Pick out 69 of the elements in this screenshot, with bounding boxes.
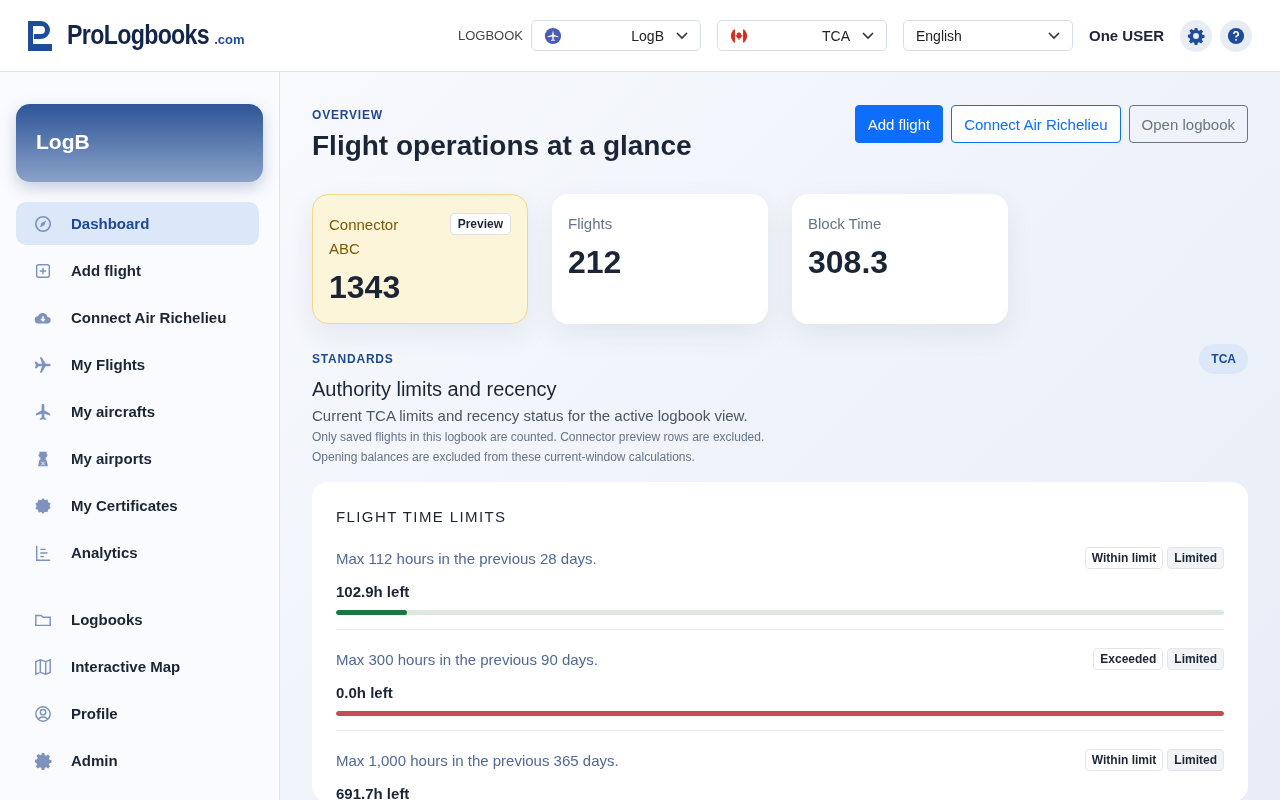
sidebar-item[interactable]: Profile (16, 692, 259, 735)
compass-icon (34, 214, 52, 233)
sidebar-item[interactable]: Analytics (16, 531, 259, 574)
sidebar-item[interactable]: Dashboard (16, 202, 259, 245)
language-select[interactable]: English (903, 20, 1073, 51)
add-flight-button[interactable]: Add flight (854, 105, 944, 143)
section-subtitle: Current TCA limits and recency status for the active logbook view. (312, 407, 749, 424)
stat-label: Connector ABC (329, 215, 400, 259)
sidebar-item[interactable]: Connect Air Richelieu (16, 296, 259, 339)
settings-button[interactable] (1180, 19, 1212, 52)
page-title: Flight operations at a glance (312, 130, 692, 162)
section-eyebrow: STANDARDS (312, 352, 395, 366)
preview-badge: Preview (449, 213, 511, 235)
limit-rule: Max 112 hours in the previous 28 days. (336, 549, 597, 567)
connect-button[interactable]: Connect Air Richelieu (951, 105, 1121, 143)
card-title: FLIGHT TIME LIMITS (336, 508, 508, 525)
sidebar-item[interactable]: Interactive Map (16, 645, 259, 688)
status-tag: Within limit (1084, 547, 1164, 569)
remaining-hours: 102.9h left (336, 583, 411, 600)
status-tag: Exceeded (1093, 648, 1164, 670)
sidebar-item[interactable]: Logbooks (16, 598, 259, 641)
stat-value: 308.3 (808, 244, 890, 281)
brand-domain: .com (214, 31, 245, 47)
bar-chart-icon (34, 543, 52, 562)
help-icon (1227, 26, 1245, 45)
section-title: Authority limits and recency (312, 378, 558, 401)
stat-value: 1343 (329, 269, 402, 306)
sidebar-item[interactable]: Admin (16, 739, 259, 782)
sidebar-item[interactable]: My Certificates (16, 484, 259, 527)
authority-badge: TCA (1199, 344, 1248, 374)
plus-square-icon (34, 261, 52, 280)
chevron-down-icon (1048, 31, 1060, 40)
limit-rule: Max 300 hours in the previous 90 days. (336, 650, 598, 668)
stat-label: Flights (568, 214, 613, 234)
logo-icon (27, 19, 53, 52)
sidebar-item[interactable]: My airports (16, 437, 259, 480)
remaining-hours: 691.7h left (336, 785, 411, 800)
logbook-card[interactable]: LogB (16, 104, 263, 182)
logbook-label: LOGBOOK (457, 28, 523, 43)
sidebar-item[interactable]: My Flights (16, 343, 259, 386)
logbook-select[interactable]: LogB (531, 20, 701, 51)
authority-select[interactable]: TCA (717, 20, 887, 51)
note-text: Opening balances are excluded from these current-window calculations. (312, 450, 696, 464)
type-tag: Limited (1167, 547, 1224, 569)
remaining-hours: 0.0h left (336, 684, 394, 701)
status-tag: Within limit (1084, 749, 1164, 771)
airplane-icon (34, 355, 52, 374)
chevron-down-icon (676, 31, 688, 40)
airplane-icon (34, 402, 52, 421)
airplane-icon (544, 26, 562, 45)
seal-icon (34, 496, 52, 515)
section-eyebrow: OVERVIEW (312, 108, 384, 122)
sidebar-item[interactable]: My aircrafts (16, 390, 259, 433)
sidebar-item[interactable]: Add flight (16, 249, 259, 292)
limit-rule: Max 1,000 hours in the previous 365 days. (336, 751, 619, 769)
gear-icon (34, 751, 52, 770)
stat-value: 212 (568, 244, 623, 281)
settings-icon (1187, 26, 1205, 45)
user-name[interactable]: One USER (1089, 27, 1164, 44)
type-tag: Limited (1167, 648, 1224, 670)
chevron-down-icon (862, 31, 874, 40)
help-button[interactable] (1220, 19, 1252, 52)
user-circle-icon (34, 704, 52, 723)
note-text: Only saved flights in this logbook are counted. Connector preview rows are excluded. (312, 430, 765, 444)
type-tag: Limited (1167, 749, 1224, 771)
brand-name: ProLogbooks (67, 19, 210, 51)
open-logbook-button[interactable]: Open logbook (1128, 105, 1248, 143)
map-icon (34, 657, 52, 676)
stat-label: Block Time (808, 214, 882, 234)
